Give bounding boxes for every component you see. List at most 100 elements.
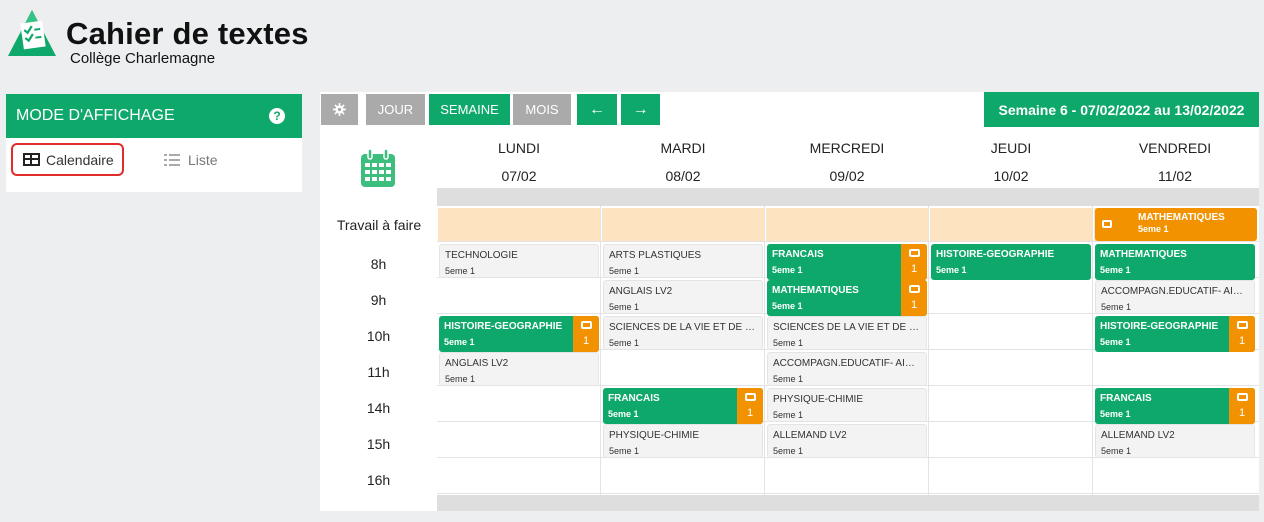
- lesson-card[interactable]: ALLEMAND LV2 5eme 1: [1095, 424, 1255, 458]
- homework-tray-icon: [909, 285, 920, 293]
- lesson-card[interactable]: PHYSIQUE-CHIMIE 5eme 1: [603, 424, 763, 458]
- homework-badge[interactable]: 1: [901, 244, 927, 280]
- homework-tray-icon: [581, 321, 592, 329]
- lesson-card[interactable]: ALLEMAND LV2 5eme 1: [767, 424, 927, 458]
- calendar-grid-icon: [23, 153, 40, 166]
- day-header-wednesday: MERCREDI 09/02: [809, 140, 885, 184]
- lesson-card[interactable]: FRANCAIS 5eme 11: [767, 244, 927, 280]
- lesson-card[interactable]: HISTOIRE-GEOGRAPHIE 5eme 1: [931, 244, 1091, 280]
- lesson-subject: HISTOIRE-GEOGRAPHIE: [936, 249, 1055, 260]
- homework-tray-icon: [1102, 220, 1112, 228]
- lesson-class: 5eme 1: [445, 374, 476, 384]
- todo-cell[interactable]: [766, 208, 928, 241]
- lesson-subject: SCIENCES DE LA VIE ET DE LA TER...: [609, 322, 762, 333]
- lesson-class: 5eme 1: [773, 410, 804, 420]
- homework-tray-icon: [745, 393, 756, 401]
- day-header-thursday: JEUDI 10/02: [990, 140, 1032, 184]
- view-list-label: Liste: [188, 152, 218, 168]
- lesson-subject: ALLEMAND LV2: [773, 430, 847, 441]
- lesson-class: 5eme 1: [609, 302, 640, 312]
- row-label-hour: 11h: [367, 364, 390, 380]
- lesson-card[interactable]: MATHEMATIQUES 5eme 11: [767, 280, 927, 316]
- lesson-class: 5eme 1: [936, 265, 967, 275]
- lesson-card[interactable]: FRANCAIS 5eme 11: [603, 388, 763, 424]
- app-logo-icon: [8, 10, 56, 56]
- lesson-subject: PHYSIQUE-CHIMIE: [773, 394, 864, 405]
- grid-column-divider: [600, 206, 601, 495]
- grid-bottom-band: [437, 495, 1259, 511]
- lesson-card[interactable]: SCIENCES DE LA VIE ET DE LA TER... 5eme 1: [603, 316, 763, 350]
- homework-badge[interactable]: 1: [573, 316, 599, 352]
- week-view-button[interactable]: SEMAINE: [429, 94, 510, 125]
- calendar-icon: [361, 148, 395, 187]
- help-icon[interactable]: ?: [269, 108, 285, 124]
- day-view-button[interactable]: JOUR: [366, 94, 425, 125]
- lesson-card[interactable]: HISTOIRE-GEOGRAPHIE 5eme 11: [1095, 316, 1255, 352]
- day-header-friday: VENDREDI 11/02: [1138, 140, 1212, 184]
- view-list-button[interactable]: Liste: [164, 146, 218, 174]
- lesson-class: 5eme 1: [445, 266, 476, 276]
- previous-week-button[interactable]: ←: [577, 94, 617, 125]
- homework-count: 1: [910, 299, 918, 311]
- settings-button[interactable]: [321, 94, 358, 125]
- grid-top-band: [437, 188, 1259, 206]
- row-label-hour: 14h: [366, 400, 391, 416]
- todo-card[interactable]: MATHEMATIQUES 5eme 1: [1095, 208, 1257, 241]
- day-header-tuesday: MARDI 08/02: [660, 140, 706, 184]
- lesson-card[interactable]: ANGLAIS LV2 5eme 1: [603, 280, 763, 314]
- calendar-panel: JOUR SEMAINE MOIS ← → Semaine 6 - 07/02/…: [320, 92, 1259, 511]
- lesson-card[interactable]: ACCOMPAGN.EDUCATIF- AIDE DE... 5eme 1: [767, 352, 927, 386]
- todo-subject: MATHEMATIQUES: [1138, 212, 1225, 223]
- view-calendar-button[interactable]: Calendaire: [11, 143, 124, 176]
- todo-cell[interactable]: [602, 208, 764, 241]
- homework-badge[interactable]: 1: [1229, 388, 1255, 424]
- homework-count: 1: [910, 263, 918, 275]
- grid-column-divider: [1092, 206, 1093, 495]
- lesson-card[interactable]: ARTS PLASTIQUES 5eme 1: [603, 244, 763, 278]
- homework-count: 1: [746, 407, 754, 419]
- lesson-class: 5eme 1: [1101, 302, 1132, 312]
- homework-badge[interactable]: 1: [901, 280, 927, 316]
- todo-cell[interactable]: [930, 208, 1092, 241]
- view-calendar-label: Calendaire: [46, 151, 114, 168]
- row-label-hour: 8h: [370, 256, 387, 272]
- lesson-card[interactable]: PHYSIQUE-CHIMIE 5eme 1: [767, 388, 927, 422]
- school-name: Collège Charlemagne: [70, 50, 216, 67]
- homework-count: 1: [1238, 407, 1246, 419]
- lesson-subject: ARTS PLASTIQUES: [609, 250, 702, 261]
- lesson-card[interactable]: FRANCAIS 5eme 11: [1095, 388, 1255, 424]
- lesson-class: 5eme 1: [609, 338, 640, 348]
- lesson-card[interactable]: ANGLAIS LV2 5eme 1: [439, 352, 599, 386]
- lesson-card[interactable]: TECHNOLOGIE 5eme 1: [439, 244, 599, 278]
- lesson-subject: TECHNOLOGIE: [445, 250, 518, 261]
- lesson-subject: ANGLAIS LV2: [445, 358, 509, 369]
- lesson-class: 5eme 1: [1101, 446, 1132, 456]
- homework-count: 1: [582, 335, 590, 347]
- homework-tray-icon: [909, 249, 920, 257]
- month-view-button[interactable]: MOIS: [513, 94, 571, 125]
- lesson-subject: SCIENCES DE LA VIE ET DE LA TER...: [773, 322, 926, 333]
- display-mode-title: MODE D'AFFICHAGE: [16, 107, 175, 124]
- lesson-class: 5eme 1: [773, 338, 804, 348]
- lesson-subject: MATHEMATIQUES: [1100, 249, 1187, 260]
- row-label-hour: 9h: [370, 292, 387, 308]
- grid-column-divider: [928, 206, 929, 495]
- next-week-button[interactable]: →: [621, 94, 660, 125]
- lesson-class: 5eme 1: [609, 266, 640, 276]
- lesson-subject: ACCOMPAGN.EDUCATIF- AIDE DE...: [1101, 286, 1254, 297]
- todo-cell[interactable]: [438, 208, 600, 241]
- homework-badge[interactable]: 1: [737, 388, 763, 424]
- lesson-card[interactable]: MATHEMATIQUES 5eme 1: [1095, 244, 1255, 280]
- gear-icon: [333, 103, 346, 116]
- homework-tray-icon: [1237, 393, 1248, 401]
- lesson-card[interactable]: ACCOMPAGN.EDUCATIF- AIDE DE... 5eme 1: [1095, 280, 1255, 314]
- day-header-monday: LUNDI 07/02: [497, 140, 540, 184]
- lesson-card[interactable]: SCIENCES DE LA VIE ET DE LA TER... 5eme 1: [767, 316, 927, 350]
- list-icon: [164, 154, 180, 166]
- homework-badge[interactable]: 1: [1229, 316, 1255, 352]
- lesson-subject: ALLEMAND LV2: [1101, 430, 1175, 441]
- grid-column-divider: [764, 206, 765, 495]
- display-mode-header: MODE D'AFFICHAGE ?: [6, 94, 302, 138]
- lesson-card[interactable]: HISTOIRE-GEOGRAPHIE 5eme 11: [439, 316, 599, 352]
- row-label-hour: 16h: [366, 472, 391, 488]
